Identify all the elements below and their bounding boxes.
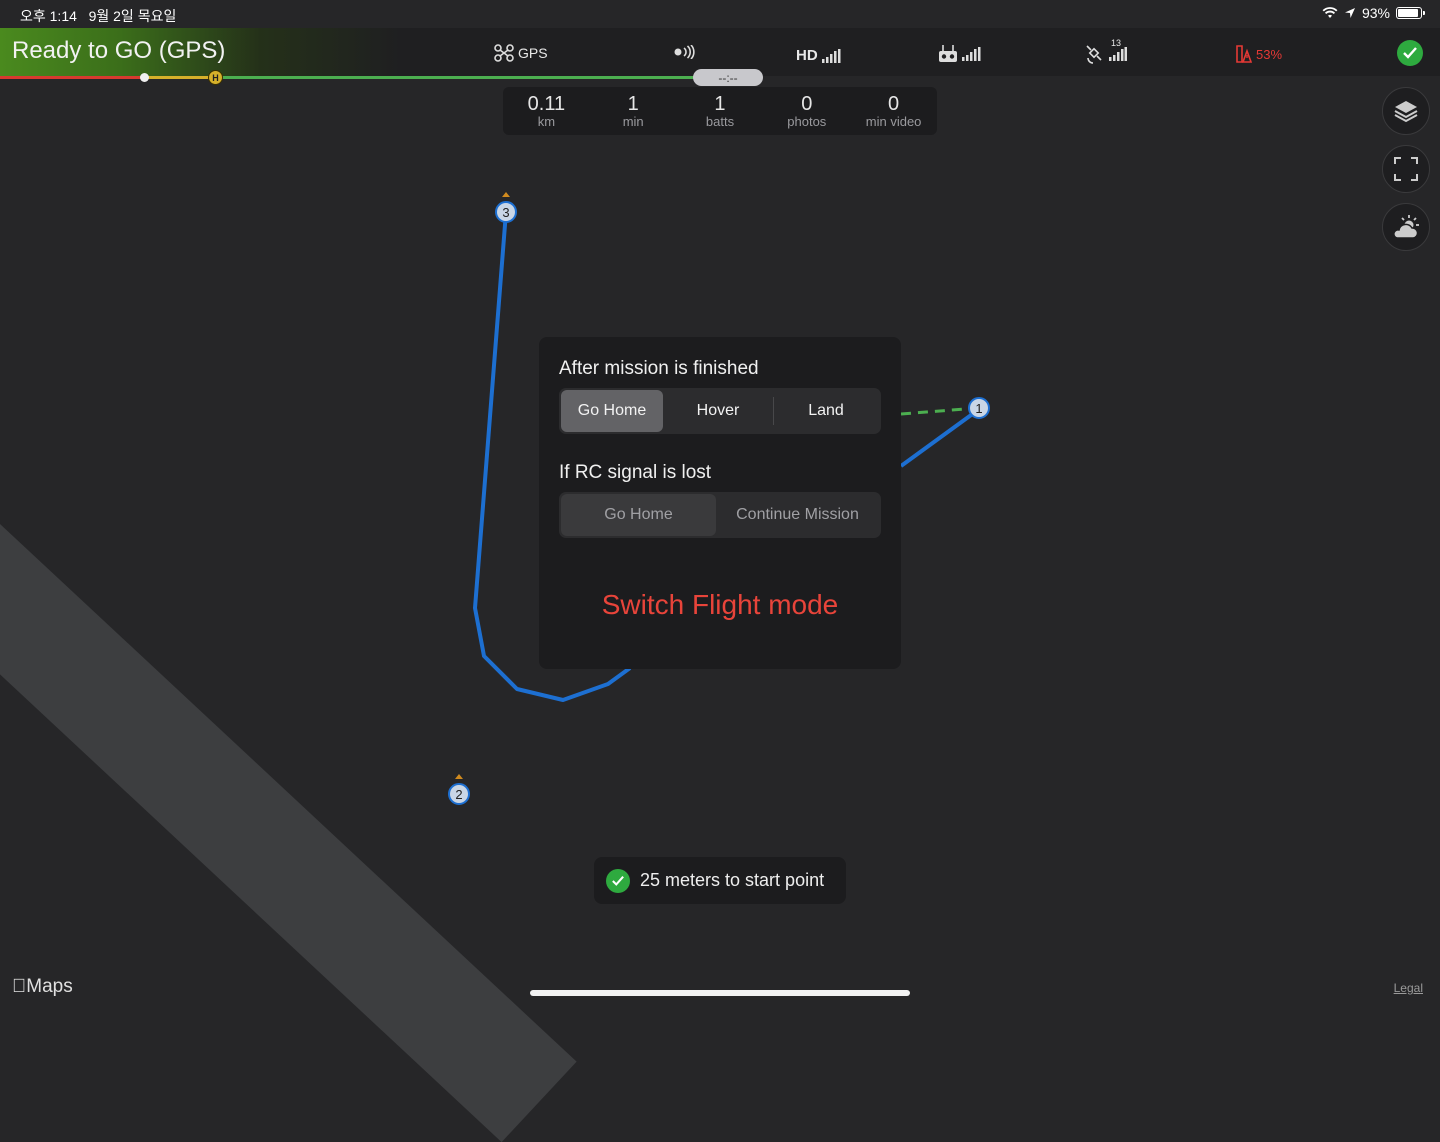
waypoint-3-heading [502,192,510,197]
fullscreen-button[interactable] [1382,145,1430,193]
broadcast-icon [674,45,695,59]
rc-signal-status[interactable] [938,45,982,63]
stat-value: 0.11 [527,93,566,115]
stat-value: 1 [714,93,726,115]
after-mission-segmented-control: Go Home Hover Land [559,388,881,434]
battery-warning-value: 53% [1256,46,1283,62]
battery-percent: 93% [1361,5,1390,21]
satellite-icon [1086,44,1102,64]
rc-lost-continue-mission[interactable]: Continue Mission [716,494,879,536]
stat-label: km [537,114,556,129]
status-indicators: 93% [1322,5,1425,21]
apple-logo-icon:  [12,976,26,997]
battery-progress-green [217,76,695,79]
after-mission-hover[interactable]: Hover [663,390,773,432]
flight-timer[interactable]: --:-- [693,69,763,86]
stat-duration: 1 min [590,87,677,135]
stat-value: 0 [888,93,900,115]
status-time-text: 오후 1:14 [20,8,77,24]
stat-label: min video [865,114,922,129]
stat-label: min [622,114,644,129]
layers-icon [1394,101,1418,123]
satellite-count: 13 [1111,38,1122,48]
legal-link[interactable]: Legal [1394,981,1423,995]
mission-settings-dialog: After mission is finished Go Home Hover … [539,337,901,669]
signal-bars-icon [821,48,841,63]
switch-flight-mode-button[interactable]: Switch Flight mode [539,589,901,621]
stat-photos: 0 photos [763,87,850,135]
toast-text: 25 meters to start point [640,870,825,890]
flight-route-line-segment [899,408,980,468]
gps-status[interactable]: GPS [494,44,548,62]
apple-maps-logo: Maps [12,976,73,998]
fullscreen-icon [1394,157,1418,181]
preflight-check-button[interactable] [1397,40,1423,66]
video-signal-status[interactable]: HD [796,47,842,64]
waypoint-2-heading [455,774,463,779]
stat-distance: 0.11 km [503,87,590,135]
stat-batteries: 1 batts [677,87,764,135]
checkmark-icon [612,875,624,886]
rc-lost-segmented-control: Go Home Continue Mission [559,492,881,538]
location-arrow-icon [1344,8,1355,18]
battery-position-marker [140,73,149,82]
waypoint-1[interactable]: 1 [968,397,990,419]
status-time: 오후 1:14 9월 2일 목요일 [20,6,176,26]
weather-cloud-sun-icon [1393,215,1419,239]
rc-lost-go-home[interactable]: Go Home [561,494,716,536]
map-layers-button[interactable] [1382,87,1430,135]
after-mission-go-home[interactable]: Go Home [561,390,663,432]
checkmark-icon [1403,47,1417,59]
battery-warning-status[interactable]: 53% [1234,45,1282,63]
status-date-text: 9월 2일 목요일 [88,8,177,24]
wifi-icon [1322,7,1338,18]
waypoint-3[interactable]: 3 [495,201,517,223]
drone-icon [494,44,514,62]
remote-id-status[interactable] [673,45,695,59]
home-connection-line [900,406,979,416]
signal-bars-icon [1109,47,1127,61]
mission-stats: 0.11 km 1 min 1 batts 0 photos 0 min vid… [503,87,937,135]
flight-status-text[interactable]: Ready to GO (GPS) [12,37,225,65]
stat-value: 1 [627,93,639,115]
signal-bars-icon [962,47,981,61]
stat-label: photos [787,114,827,129]
battery-icon [1396,7,1425,19]
gps-label: GPS [518,45,548,61]
home-indicator[interactable] [530,990,910,996]
stat-video: 0 min video [850,87,937,135]
rc-lost-label: If RC signal is lost [559,462,712,483]
stat-value: 0 [801,93,813,115]
weather-button[interactable] [1382,203,1430,251]
stat-label: batts [705,114,735,129]
battery-alert-icon [1236,45,1252,63]
success-check-icon [606,868,630,893]
battery-progress-yellow [145,76,217,79]
hd-label: HD [796,47,818,64]
after-mission-label: After mission is finished [559,358,759,379]
maps-logo-text: Maps [12,976,72,997]
start-point-toast: 25 meters to start point [594,857,846,904]
waypoint-2[interactable]: 2 [448,783,470,805]
satellite-status[interactable]: 13 [1085,38,1127,64]
battery-progress-red [0,76,145,79]
home-marker-icon: H [208,70,223,85]
remote-controller-icon [939,45,957,62]
battery-fill [1398,9,1419,17]
after-mission-land[interactable]: Land [774,390,878,432]
